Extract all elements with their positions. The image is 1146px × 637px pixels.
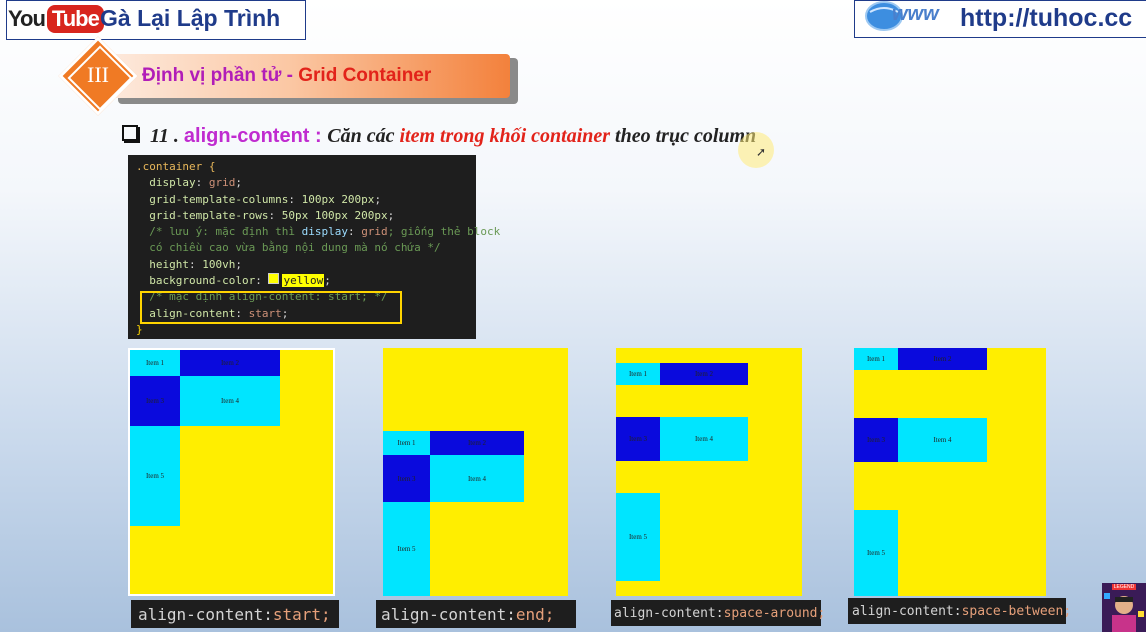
section-title-part1: Định vị phần tử - bbox=[142, 65, 299, 86]
code-property: grid-template-rows bbox=[136, 208, 269, 222]
streamer-avatar bbox=[1102, 583, 1146, 632]
label-key: align-content: bbox=[138, 604, 273, 624]
section-number: III bbox=[87, 62, 109, 87]
grid-item-2: Item 2 bbox=[180, 350, 280, 376]
color-swatch-icon bbox=[268, 273, 280, 285]
code-value: yellow bbox=[282, 274, 325, 288]
youtube-logo-you: You bbox=[8, 6, 46, 31]
grid-item-1: Item 1 bbox=[130, 350, 180, 376]
grid-item-4: Item 4 bbox=[180, 376, 280, 426]
grid-item-4: Item 4 bbox=[660, 417, 748, 461]
heading-number: 11 . bbox=[150, 125, 184, 147]
grid-item-1: Item 1 bbox=[854, 348, 898, 370]
grid-item-3: Item 3 bbox=[383, 455, 430, 502]
code-property: display bbox=[136, 176, 196, 190]
code-line: /* lưu ý: mặc định thì display: grid; gi… bbox=[136, 225, 501, 239]
demo-label-start: align-content: start; bbox=[131, 600, 339, 628]
code-line: display: grid; bbox=[136, 176, 242, 190]
code-value: 100vh bbox=[202, 257, 236, 271]
heading-property: align-content : bbox=[183, 125, 328, 147]
code-line: grid-template-columns: 100px 200px; bbox=[136, 192, 382, 206]
label-value: end; bbox=[515, 604, 555, 624]
code-keyword: display bbox=[301, 225, 348, 239]
code-line: background-color: yellow; bbox=[136, 273, 331, 288]
demo-grid-space-between: Item 1 Item 2 Item 3 Item 4 Item 5 bbox=[854, 348, 1046, 596]
label-value: space-between; bbox=[961, 603, 1072, 619]
grid-item-2: Item 2 bbox=[430, 431, 524, 455]
grid-item-2: Item 2 bbox=[660, 363, 748, 385]
grid-item-4: Item 4 bbox=[898, 418, 987, 462]
heading-text-1: Căn các bbox=[327, 125, 400, 147]
avatar-figure-icon bbox=[1102, 583, 1146, 632]
grid-item-3: Item 3 bbox=[130, 376, 180, 426]
demo-label-space-around: align-content: space-around; bbox=[611, 600, 825, 626]
grid-item-4: Item 4 bbox=[430, 455, 524, 502]
code-value: grid bbox=[208, 176, 236, 190]
demo-label-space-between: align-content: space-between; bbox=[848, 598, 1071, 624]
label-key: align-content: bbox=[381, 604, 516, 624]
code-line: có chiều cao vừa bằng nội dung mà nó chứ… bbox=[136, 240, 476, 256]
code-highlight-box bbox=[140, 291, 402, 324]
code-selector: .container { bbox=[136, 160, 216, 173]
label-value: space-around; bbox=[723, 605, 826, 621]
demo-label-end: align-content: end; bbox=[376, 600, 576, 628]
heading-text-highlight: item trong khối container bbox=[399, 125, 611, 147]
checkbox-bullet-icon bbox=[122, 125, 138, 141]
code-comment: ; giống thẻ block bbox=[387, 225, 501, 239]
code-property: grid-template-columns bbox=[136, 192, 289, 206]
code-brace: } bbox=[136, 322, 143, 336]
grid-item-1: Item 1 bbox=[616, 363, 660, 385]
topic-heading: 11 . align-content : Căn các item trong … bbox=[122, 125, 756, 148]
youtube-logo-tube: Tube bbox=[46, 5, 104, 33]
code-value: 50px 100px 200px bbox=[281, 208, 388, 222]
grid-item-5: Item 5 bbox=[383, 502, 430, 596]
code-line: .container { bbox=[136, 159, 476, 175]
channel-name: Gà Lại Lập Trình bbox=[100, 5, 281, 31]
code-line: } bbox=[136, 322, 476, 338]
grid-item-5: Item 5 bbox=[130, 426, 180, 526]
code-line: height: 100vh; bbox=[136, 257, 242, 271]
code-value: 100px 200px bbox=[301, 192, 375, 206]
code-line: grid-template-rows: 50px 100px 200px; bbox=[136, 208, 395, 222]
section-title-part2: Grid Container bbox=[298, 65, 432, 86]
site-url[interactable]: http://tuhoc.cc bbox=[960, 4, 1132, 33]
label-value: start; bbox=[272, 604, 331, 624]
demo-grid-space-around: Item 1 Item 2 Item 3 Item 4 Item 5 bbox=[616, 348, 802, 596]
heading-text-3: theo trục column bbox=[610, 125, 757, 147]
grid-item-1: Item 1 bbox=[383, 431, 430, 455]
code-property: background-color bbox=[136, 274, 256, 288]
grid-item-5: Item 5 bbox=[854, 510, 898, 596]
demo-grid-end: Item 1 Item 2 Item 3 Item 4 Item 5 bbox=[383, 348, 568, 596]
grid-item-2: Item 2 bbox=[898, 348, 987, 370]
label-key: align-content: bbox=[614, 605, 724, 621]
section-title: Định vị phần tử - Grid Container bbox=[142, 65, 431, 87]
svg-text:www: www bbox=[892, 3, 940, 25]
label-key: align-content: bbox=[852, 603, 962, 619]
youtube-logo[interactable]: You Tube bbox=[8, 4, 104, 34]
grid-item-5: Item 5 bbox=[616, 493, 660, 581]
demo-grid-start: Item 1 Item 2 Item 3 Item 4 Item 5 bbox=[128, 348, 335, 596]
globe-www-icon: www bbox=[865, 1, 940, 31]
code-comment: có chiều cao vừa bằng nội dung mà nó chứ… bbox=[136, 241, 441, 255]
grid-item-3: Item 3 bbox=[616, 417, 660, 461]
code-comment: /* lưu ý: mặc định thì bbox=[136, 225, 302, 239]
code-value: grid bbox=[361, 225, 388, 239]
avatar-badge: LEGEND bbox=[1112, 584, 1136, 590]
code-property: height bbox=[136, 257, 189, 271]
mouse-cursor-icon: ➚ bbox=[756, 145, 767, 159]
grid-item-3: Item 3 bbox=[854, 418, 898, 462]
